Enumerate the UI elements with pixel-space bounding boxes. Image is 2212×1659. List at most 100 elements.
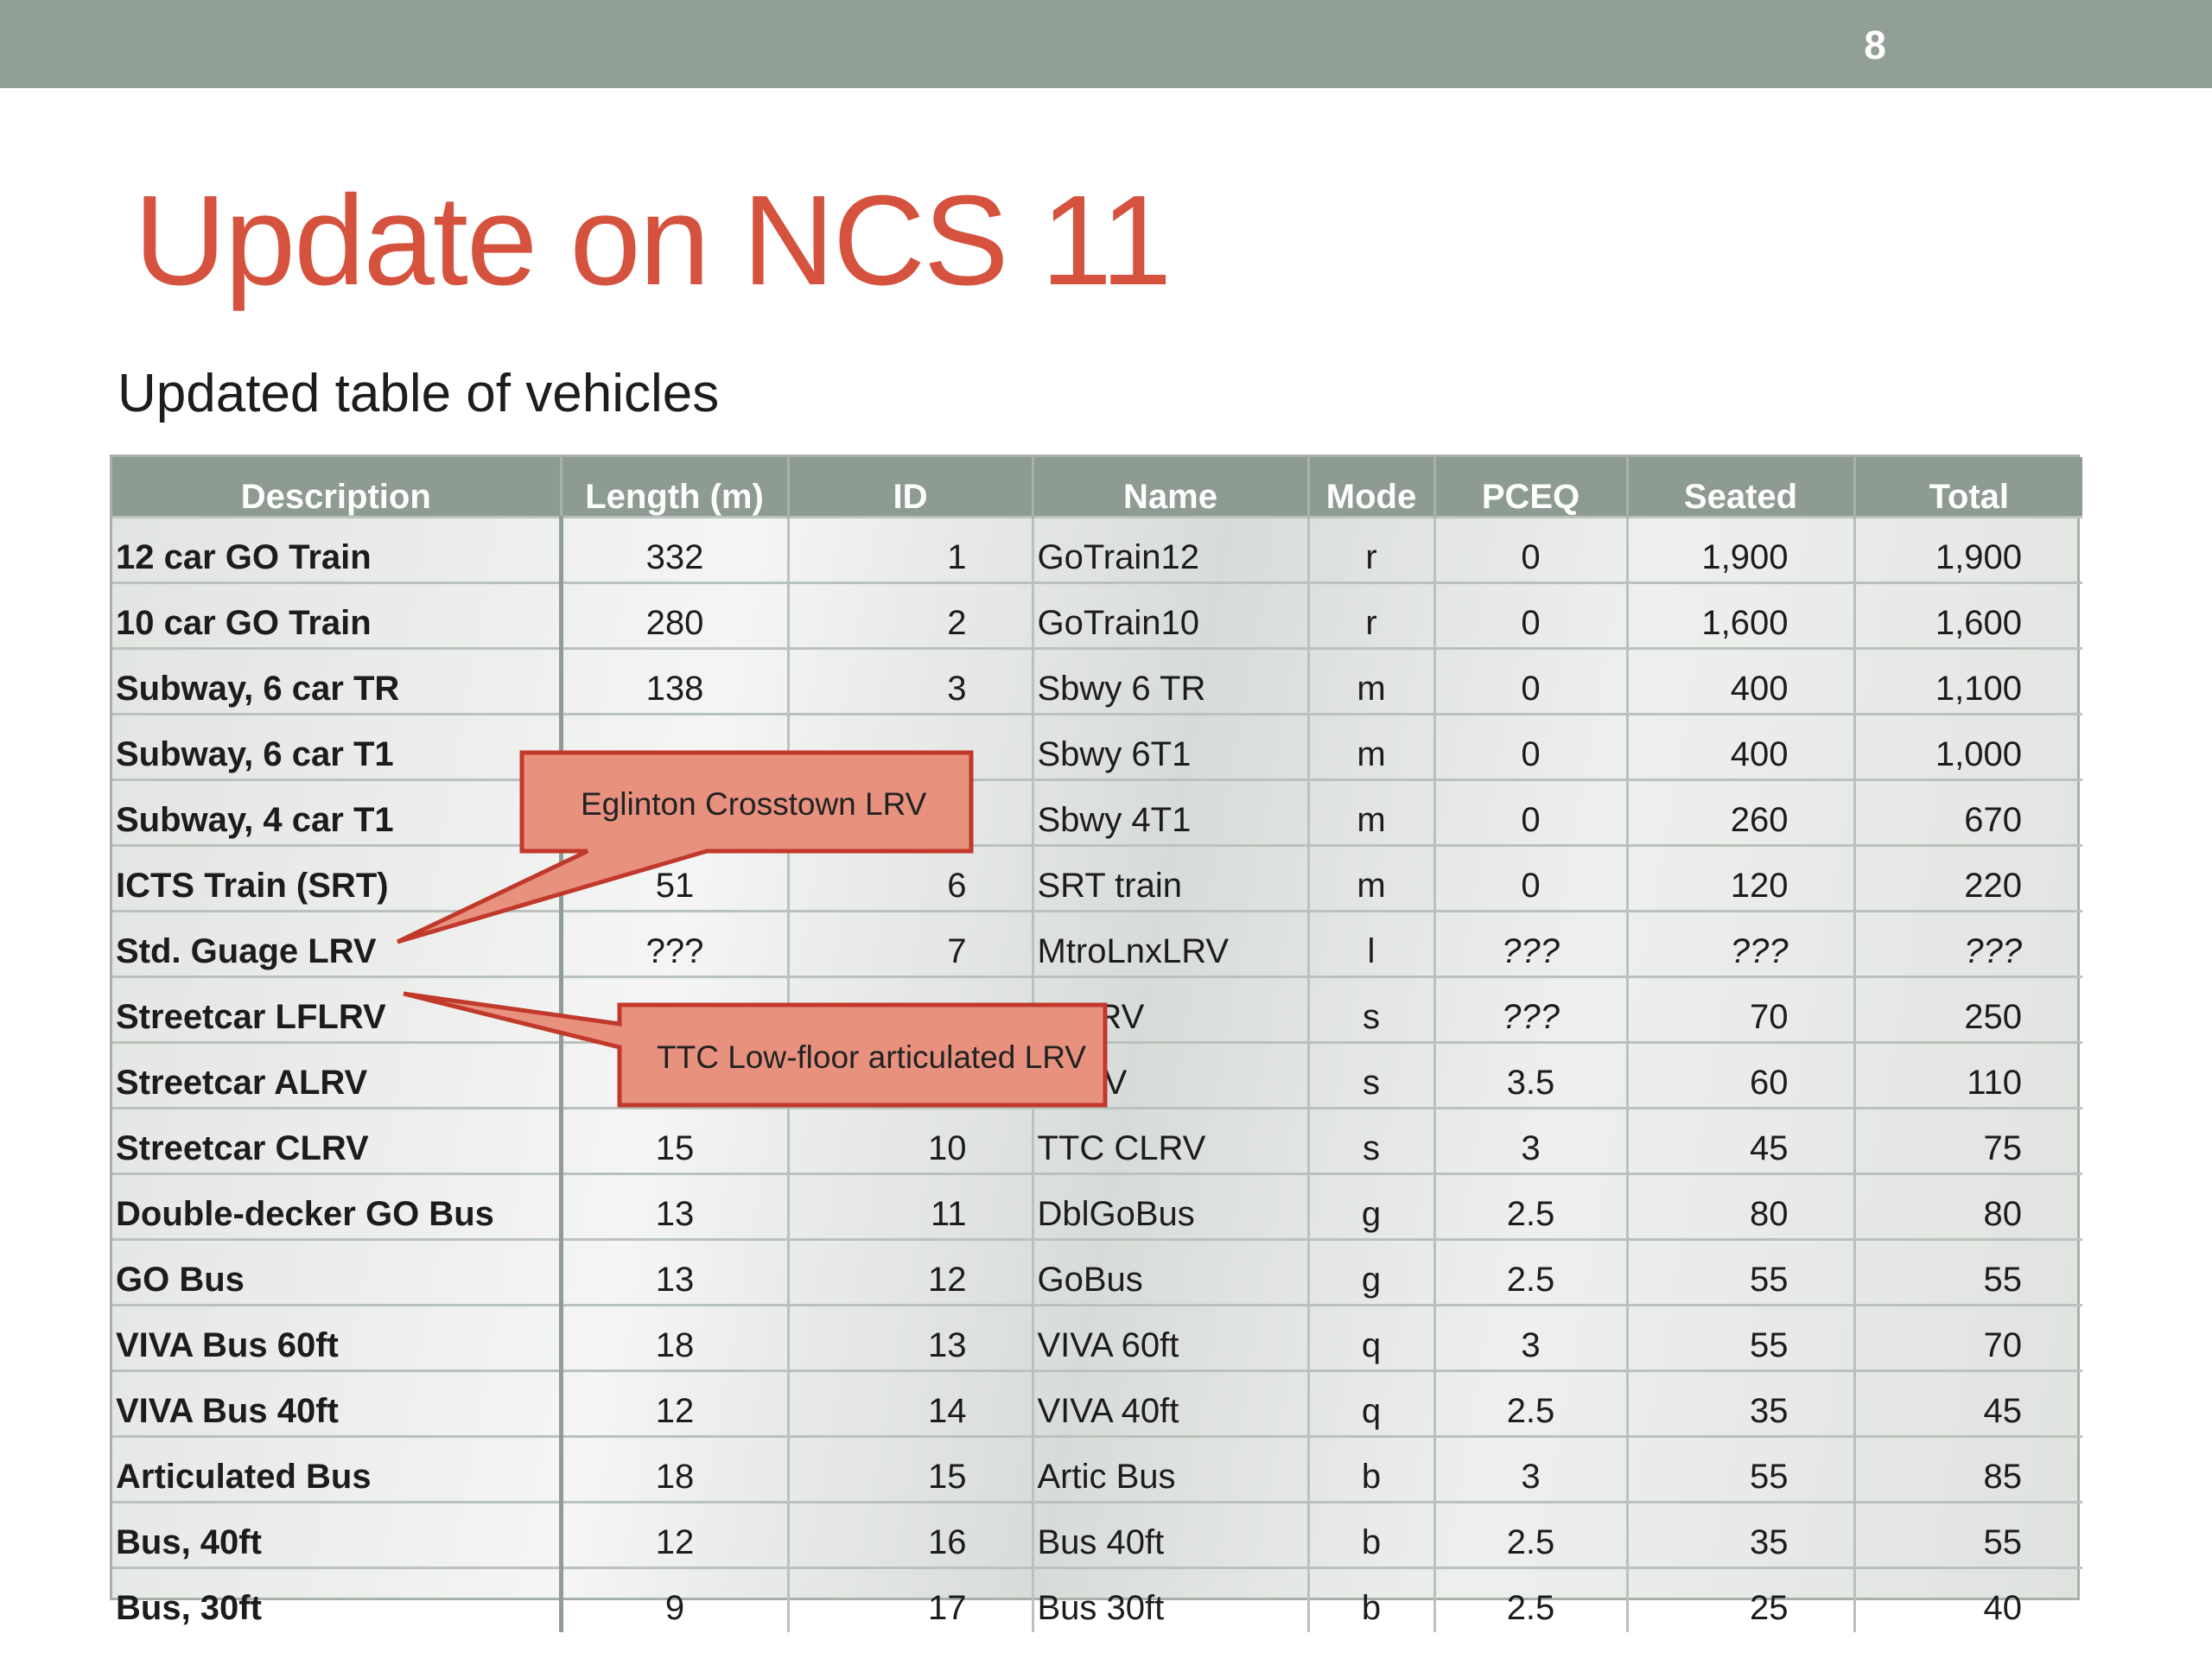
cell-description: Bus, 40ft [112,1501,561,1568]
cell-id: 6 [786,844,1033,912]
cell-name: VIVA 60ft [1031,1304,1308,1371]
cell-seated: 120 [1625,844,1854,912]
cell-id [786,713,1033,780]
cell-description: Articulated Bus [112,1435,561,1503]
cell-mode: l [1306,910,1434,977]
cell-length: 280 [558,582,788,649]
cell-mode: s [1306,976,1434,1043]
cell-mode: r [1306,516,1434,583]
table-row: Streetcar CLRV 15 10 TTC CLRV s 3 45 75 [112,1107,2082,1174]
cell-seated: 45 [1625,1107,1854,1174]
cell-mode: m [1306,713,1434,780]
cell-seated: 35 [1625,1370,1854,1437]
cell-total: 1,900 [1853,516,2082,583]
cell-description: Std. Guage LRV [112,910,561,977]
table-body: 12 car GO Train 332 1 GoTrain12 r 0 1,900 1,900… [112,516,2082,1632]
cell-length: ??? [558,910,788,977]
cell-name: LFLRV [1031,976,1308,1043]
cell-description: Subway, 6 car T1 [112,713,561,780]
cell-seated: 60 [1625,1041,1854,1109]
cell-length [558,713,788,780]
cell-length: 51 [558,844,788,912]
cell-seated: 1,600 [1625,582,1854,649]
cell-length: 332 [558,516,788,583]
cell-id: 3 [786,647,1033,715]
page-number: 8 [1864,22,1886,67]
cell-total: 220 [1853,844,2082,912]
table-row: Streetcar ALRV ALRV s 3.5 60 110 [112,1041,2082,1109]
cell-pceq: 2.5 [1433,1238,1627,1306]
cell-seated: 70 [1625,976,1854,1043]
cell-seated: 80 [1625,1173,1854,1240]
cell-name: GoTrain12 [1031,516,1308,583]
cell-pceq: 0 [1433,516,1627,583]
cell-name: Sbwy 6T1 [1031,713,1308,780]
cell-seated: 55 [1625,1304,1854,1371]
cell-pceq: 3 [1433,1107,1627,1174]
table-row: Subway, 6 car T1 Sbwy 6T1 m 0 400 1,000 [112,713,2082,780]
header-name: Name [1031,457,1308,518]
cell-mode: r [1306,582,1434,649]
cell-total: 80 [1853,1173,2082,1240]
cell-pceq: 0 [1433,844,1627,912]
cell-total: 40 [1853,1567,2082,1632]
cell-length: 12 [558,1501,788,1568]
cell-seated: ??? [1625,910,1854,977]
cell-name: GoTrain10 [1031,582,1308,649]
table-row: Bus, 30ft 9 17 Bus 30ft b 2.5 25 40 [112,1567,2082,1632]
cell-pceq: 2.5 [1433,1501,1627,1568]
cell-pceq: 3 [1433,1304,1627,1371]
header-description: Description [112,457,561,518]
cell-description: ICTS Train (SRT) [112,844,561,912]
cell-pceq: 2.5 [1433,1173,1627,1240]
cell-id: 7 [786,910,1033,977]
cell-mode: m [1306,779,1434,846]
cell-id: 2 [786,582,1033,649]
cell-seated: 55 [1625,1238,1854,1306]
table-row: VIVA Bus 60ft 18 13 VIVA 60ft q 3 55 70 [112,1304,2082,1371]
header-total: Total [1853,457,2082,518]
cell-name: Sbwy 4T1 [1031,779,1308,846]
cell-pceq: 0 [1433,647,1627,715]
vehicle-table: Description Length (m) ID Name Mode PCEQ Seate… [112,457,2082,1632]
header-id: ID [786,457,1033,518]
cell-name: DblGoBus [1031,1173,1308,1240]
cell-length: 18 [558,1304,788,1371]
cell-total: 55 [1853,1238,2082,1306]
table-row: 12 car GO Train 332 1 GoTrain12 r 0 1,900 1,900 [112,516,2082,583]
table-row: Streetcar LFLRV LFLRV s??? 70 250 [112,976,2082,1043]
cell-description: Streetcar CLRV [112,1107,561,1174]
table-row: ICTS Train (SRT) 51 6 SRT train m 0 120 220 [112,844,2082,912]
cell-id: 12 [786,1238,1033,1306]
eglinton-callout-label: Eglinton Crosstown LRV [581,786,927,822]
table-header-row: Description Length (m) ID Name Mode PCEQ Seate… [112,457,2082,518]
cell-total: 55 [1853,1501,2082,1568]
cell-pceq: 3 [1433,1435,1627,1503]
cell-description: VIVA Bus 40ft [112,1370,561,1437]
cell-seated: 25 [1625,1567,1854,1632]
cell-mode: g [1306,1238,1434,1306]
header-bar: 8 [0,0,2212,88]
cell-mode: b [1306,1567,1434,1632]
slide-title: Update on NCS 11 [134,169,1172,312]
header-length: Length (m) [559,457,788,518]
cell-seated: 35 [1625,1501,1854,1568]
cell-pceq: 0 [1433,713,1627,780]
header-seated: Seated [1625,457,1854,518]
table-row: Std. Guage LRV??? 7 MtroLnxLRV l????????? [112,910,2082,977]
cell-description: VIVA Bus 60ft [112,1304,561,1371]
cell-name: Artic Bus [1031,1435,1308,1503]
cell-pceq: ??? [1433,976,1627,1043]
cell-seated: 260 [1625,779,1854,846]
cell-pceq: 2.5 [1433,1370,1627,1437]
cell-id: 13 [786,1304,1033,1371]
cell-length [558,976,788,1043]
cell-total: 250 [1853,976,2082,1043]
cell-seated: 1,900 [1625,516,1854,583]
cell-name: TTC CLRV [1031,1107,1308,1174]
cell-total: 45 [1853,1370,2082,1437]
vehicle-table-container: Description Length (m) ID Name Mode PCEQ Seate… [110,454,2082,1632]
cell-description: Double-decker GO Bus [112,1173,561,1240]
cell-seated: 55 [1625,1435,1854,1503]
cell-length: 9 [558,1567,788,1632]
